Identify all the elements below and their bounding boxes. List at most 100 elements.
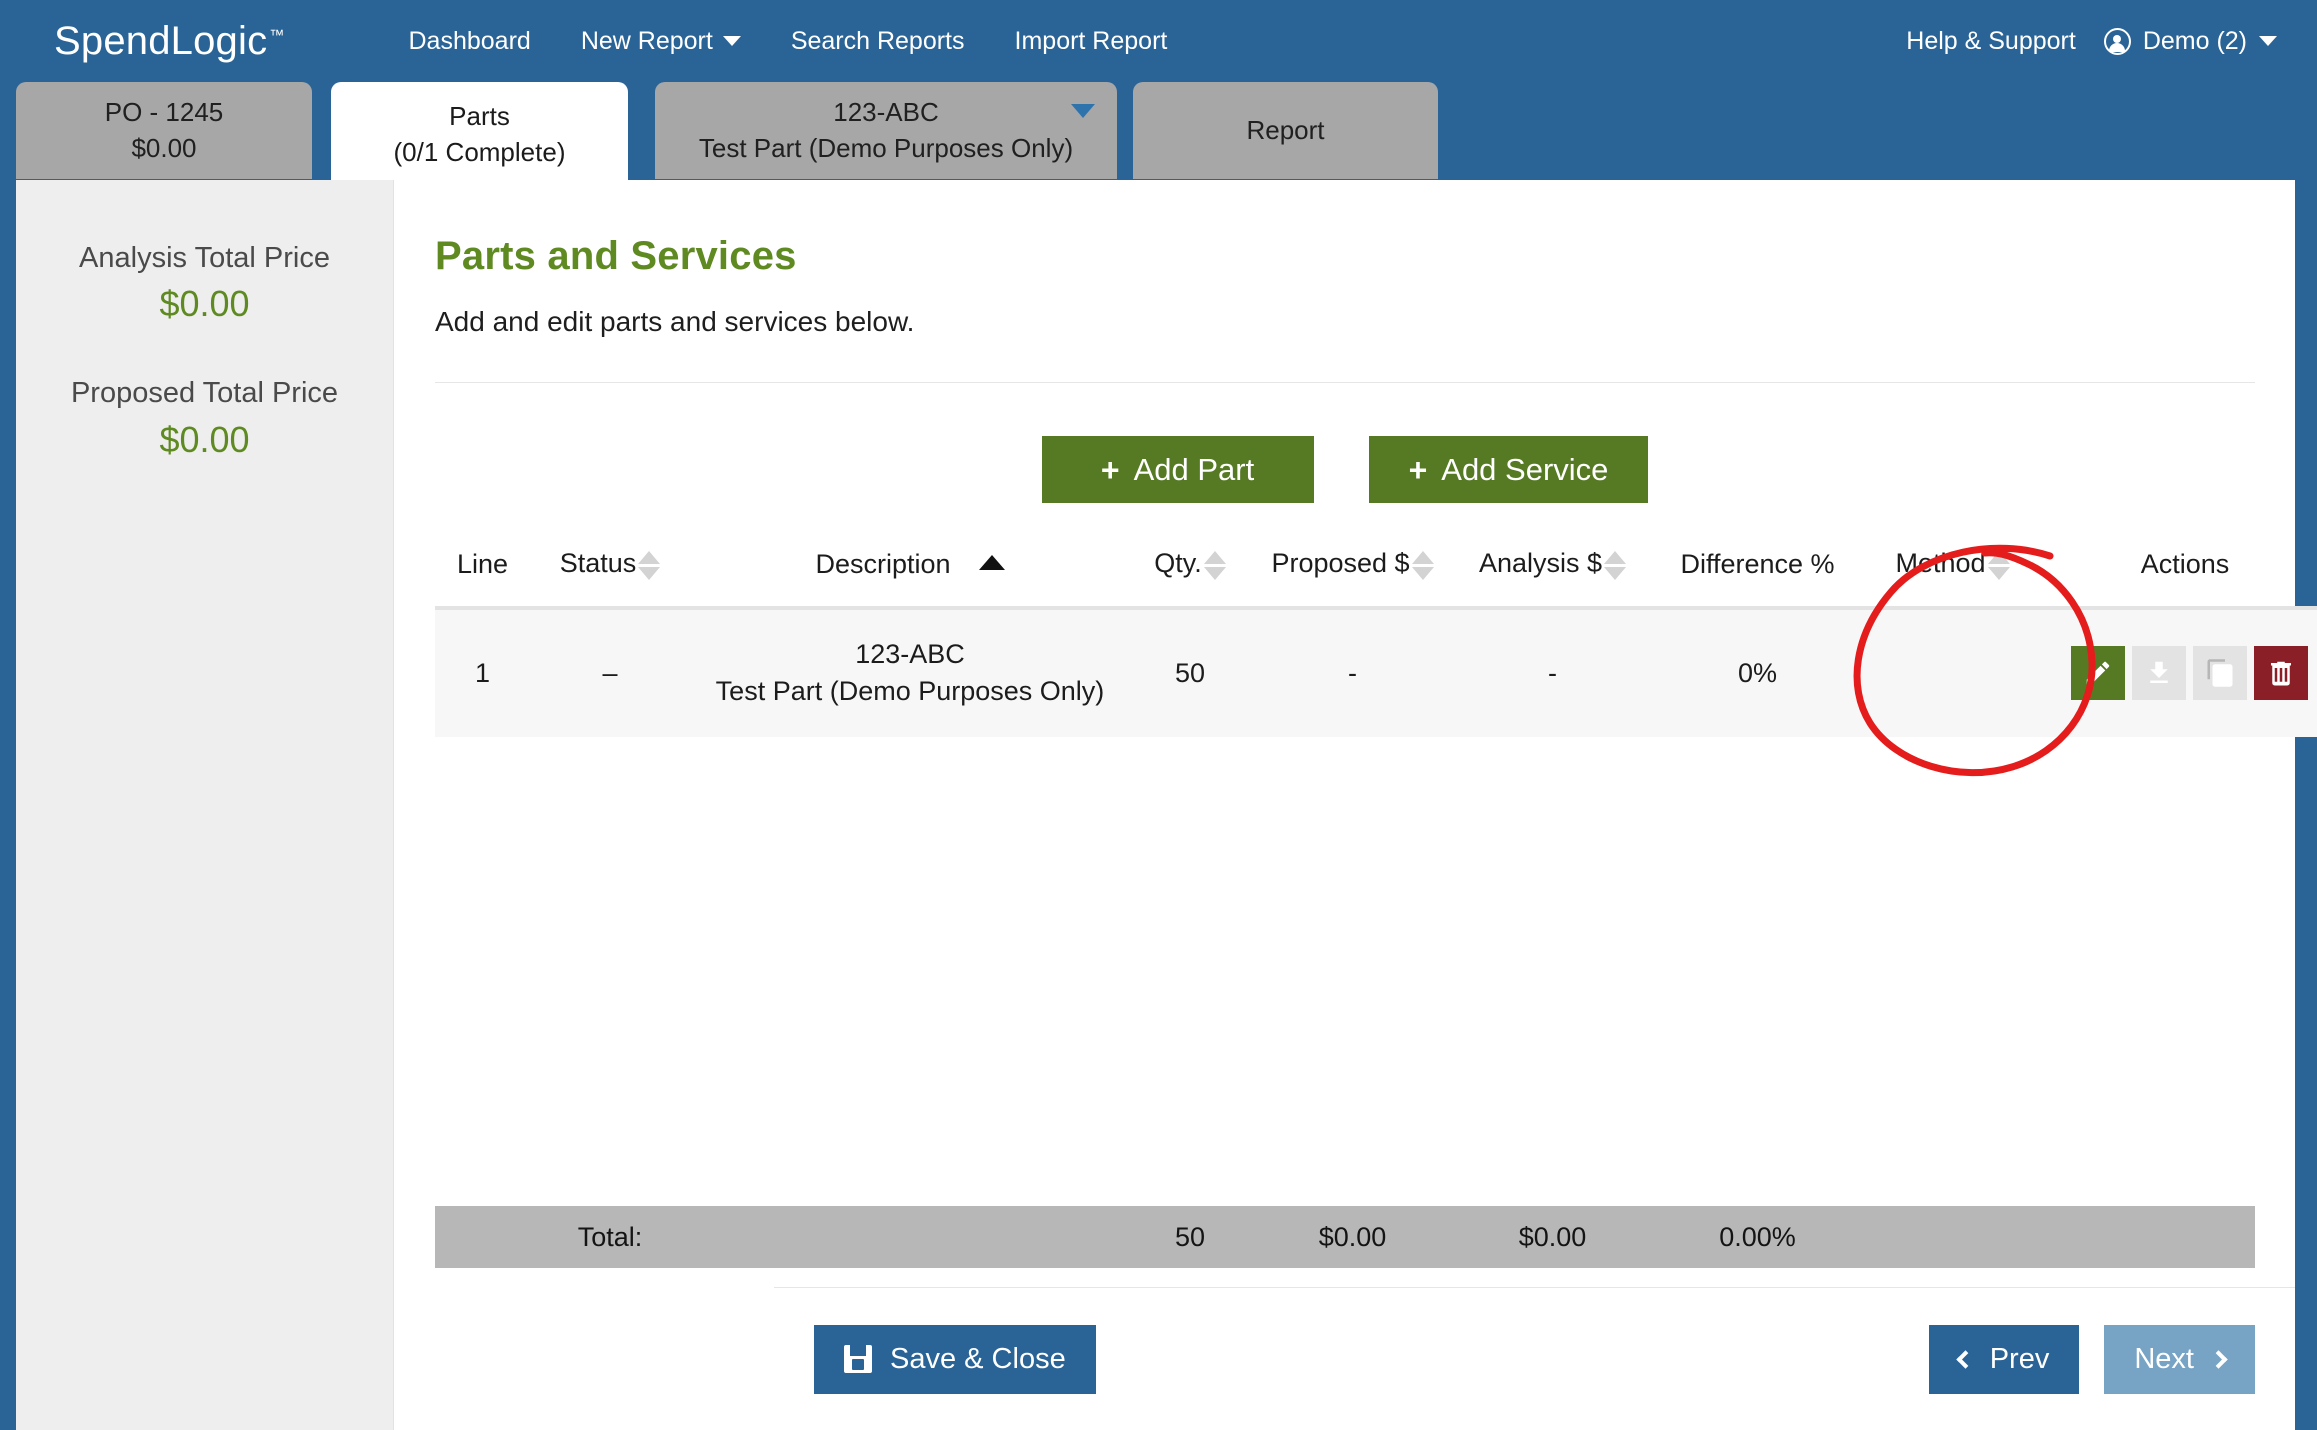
cell-proposed: - xyxy=(1348,657,1357,688)
col-header-label: Status xyxy=(559,548,637,578)
chevron-right-icon xyxy=(2209,1349,2228,1369)
page-subtitle: Add and edit parts and services below. xyxy=(435,306,915,337)
nav-item-search-reports[interactable]: Search Reports xyxy=(766,27,990,56)
col-header-description[interactable]: Description xyxy=(690,548,1130,610)
nav-item-dashboard[interactable]: Dashboard xyxy=(384,27,556,56)
section-divider xyxy=(435,382,2255,383)
tab-label-line2: Test Part (Demo Purposes Only) xyxy=(698,132,1074,163)
brand-logo[interactable]: SpendLogic ™ xyxy=(54,19,285,64)
save-and-close-button[interactable]: Save & Close xyxy=(814,1324,1096,1394)
action-button-row: + Add Part + Add Service xyxy=(435,436,2255,503)
content-inner: Parts and Services Add and edit parts an… xyxy=(395,180,2317,737)
col-header-qty[interactable]: Qty. xyxy=(1130,548,1250,610)
page-footer: Save & Close Prev Next xyxy=(774,1287,2295,1430)
prev-label: Prev xyxy=(1989,1342,2050,1375)
page-card: Analysis Total Price $0.00 Proposed Tota… xyxy=(16,180,2317,1430)
sort-arrows-icon[interactable] xyxy=(1203,551,1226,580)
tab-label-line2: (0/1 Complete) xyxy=(393,136,566,167)
delete-icon-button[interactable] xyxy=(2254,646,2308,701)
sort-arrows-icon[interactable] xyxy=(1411,551,1434,580)
plus-icon: + xyxy=(1100,451,1120,488)
user-menu-label: Demo (2) xyxy=(2142,26,2247,55)
add-service-label: Add Service xyxy=(1441,451,1609,487)
chevron-down-icon xyxy=(722,36,741,46)
cell-difference: 0% xyxy=(1737,657,1778,688)
cell-line: 1 xyxy=(474,657,491,688)
user-menu[interactable]: Demo (2) xyxy=(2103,26,2287,56)
save-disk-icon xyxy=(844,1345,872,1373)
copy-icon-button[interactable] xyxy=(2193,646,2247,701)
cell-method xyxy=(1865,608,2040,737)
chevron-left-icon xyxy=(1956,1349,1975,1369)
summary-value: $0.00 xyxy=(159,418,250,460)
summary-label: Analysis Total Price xyxy=(79,242,330,274)
nav-label: Dashboard xyxy=(408,26,531,55)
col-header-label: Analysis $ xyxy=(1478,548,1603,578)
save-and-close-label: Save & Close xyxy=(890,1342,1066,1375)
pagination-controls: Prev Next xyxy=(1928,1324,2255,1394)
col-header-line[interactable]: Line xyxy=(435,548,530,610)
brand-trademark: ™ xyxy=(269,26,285,44)
total-actions xyxy=(2040,1206,2317,1268)
app-root: SpendLogic ™ Dashboard New Report Search … xyxy=(0,0,2317,1430)
tab-label-line1: PO - 1245 xyxy=(104,97,224,128)
workflow-tab-strip: PO - 1245 $0.00 Parts (0/1 Complete) 123… xyxy=(0,82,2317,187)
add-part-label: Add Part xyxy=(1133,451,1255,487)
col-header-status[interactable]: Status xyxy=(530,548,690,610)
copy-icon xyxy=(2207,659,2233,687)
cell-actions xyxy=(2040,608,2317,737)
next-label: Next xyxy=(2134,1342,2194,1375)
chevron-down-icon[interactable] xyxy=(1071,104,1095,118)
brand-name: SpendLogic xyxy=(54,18,268,63)
col-header-difference[interactable]: Difference % xyxy=(1650,548,1865,610)
prev-button[interactable]: Prev xyxy=(1928,1324,2080,1394)
col-header-proposed[interactable]: Proposed $ xyxy=(1250,548,1455,610)
tab-123-abc[interactable]: 123-ABC Test Part (Demo Purposes Only) xyxy=(655,82,1117,179)
nav-label: Help & Support xyxy=(1906,26,2076,55)
download-icon-button[interactable] xyxy=(2132,646,2186,701)
col-header-actions: Actions xyxy=(2040,548,2317,610)
summary-analysis-total: Analysis Total Price $0.00 xyxy=(16,242,393,325)
col-header-method[interactable]: Method xyxy=(1865,548,2040,610)
trash-icon xyxy=(2271,662,2291,686)
sort-arrows-icon[interactable] xyxy=(1604,551,1627,580)
nav-item-new-report[interactable]: New Report xyxy=(556,27,766,56)
tab-report[interactable]: Report xyxy=(1133,82,1438,179)
tab-po-1245[interactable]: PO - 1245 $0.00 xyxy=(16,82,312,179)
col-header-label: Qty. xyxy=(1154,548,1202,578)
sort-arrows-icon[interactable] xyxy=(1987,551,2010,580)
user-avatar-icon xyxy=(2103,27,2131,55)
chevron-down-icon xyxy=(2259,36,2277,46)
sort-ascending-icon[interactable] xyxy=(978,554,1005,570)
tab-parts[interactable]: Parts (0/1 Complete) xyxy=(331,82,628,187)
col-header-analysis[interactable]: Analysis $ xyxy=(1455,548,1650,610)
cell-analysis: - xyxy=(1548,657,1557,688)
sort-arrows-icon[interactable] xyxy=(638,551,661,580)
total-spacer xyxy=(435,1206,530,1268)
nav-links: Dashboard New Report Search Reports Impo… xyxy=(384,27,1193,56)
add-service-button[interactable]: + Add Service xyxy=(1368,436,1649,503)
col-header-label: Method xyxy=(1895,548,1986,578)
edit-icon-button[interactable] xyxy=(2071,646,2125,701)
table-header-row: Line Status Description Qty. Proposed $ … xyxy=(435,548,2317,610)
total-label: Total: xyxy=(577,1221,643,1252)
tab-label-line2: $0.00 xyxy=(131,132,197,163)
nav-item-help-support[interactable]: Help & Support xyxy=(1878,27,2104,56)
next-button[interactable]: Next xyxy=(2104,1324,2255,1394)
col-header-label: Line xyxy=(456,548,509,579)
top-navigation-bar: SpendLogic ™ Dashboard New Report Search … xyxy=(0,0,2317,82)
cell-description: 123-ABC Test Part (Demo Purposes Only) xyxy=(690,608,1130,737)
total-method xyxy=(1865,1206,2040,1268)
totals-row: Total: 50 $0.00 $0.00 0.00% xyxy=(435,1206,2255,1268)
plus-icon: + xyxy=(1408,451,1428,488)
summary-proposed-total: Proposed Total Price $0.00 xyxy=(16,377,393,460)
row-action-buttons xyxy=(2071,646,2308,701)
main-content: Parts and Services Add and edit parts an… xyxy=(395,180,2317,1430)
nav-item-import-report[interactable]: Import Report xyxy=(990,27,1193,56)
summary-sidebar: Analysis Total Price $0.00 Proposed Tota… xyxy=(16,180,394,1430)
add-part-button[interactable]: + Add Part xyxy=(1041,436,1314,503)
total-analysis: $0.00 xyxy=(1518,1221,1587,1252)
table-row[interactable]: 1 – 123-ABC Test Part (Demo Purposes Onl… xyxy=(435,608,2317,737)
page-title: Parts and Services xyxy=(435,234,797,278)
download-icon xyxy=(2150,662,2168,684)
